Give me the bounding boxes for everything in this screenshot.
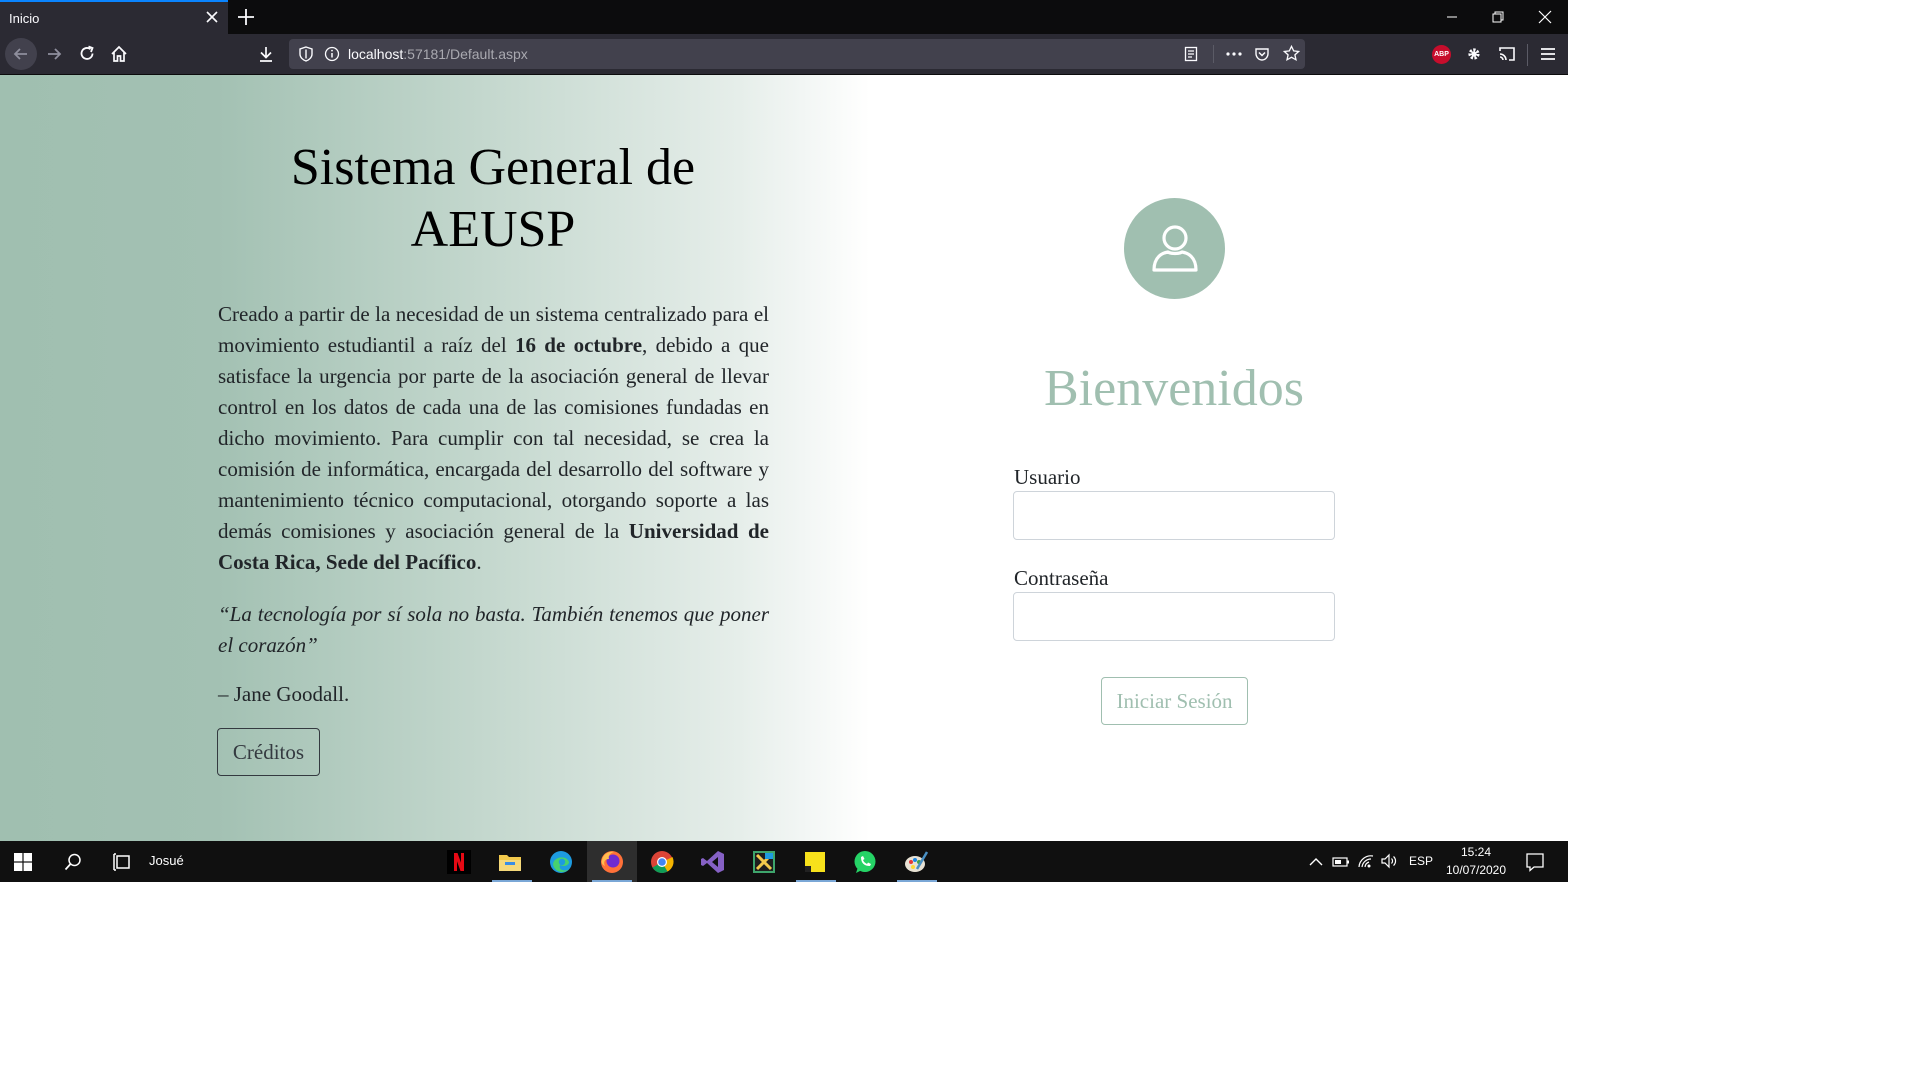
clock-date[interactable]: 10/07/2020 bbox=[1442, 863, 1510, 877]
browser-navbar: localhost:57181/Default.aspx ABP bbox=[0, 34, 1568, 75]
close-window-icon[interactable] bbox=[1536, 8, 1554, 26]
paint-icon[interactable] bbox=[903, 849, 929, 875]
taskbar-user[interactable]: Josué bbox=[149, 853, 184, 868]
clock-time[interactable]: 15:24 bbox=[1442, 845, 1510, 859]
credits-button[interactable]: Créditos bbox=[217, 728, 320, 776]
developer-tool-icon[interactable] bbox=[751, 849, 777, 875]
description-bold-date: 16 de octubre bbox=[514, 333, 643, 357]
new-tab-icon[interactable] bbox=[236, 7, 256, 27]
password-input[interactable] bbox=[1013, 592, 1335, 641]
reload-icon[interactable] bbox=[77, 44, 97, 64]
notification-center-icon[interactable] bbox=[1525, 852, 1545, 872]
browser-tab-active[interactable]: Inicio bbox=[0, 0, 228, 34]
language-indicator[interactable]: ESP bbox=[1407, 854, 1435, 868]
bookmark-star-icon[interactable] bbox=[1282, 44, 1301, 63]
whatsapp-icon[interactable] bbox=[852, 849, 878, 875]
sticky-running-indicator bbox=[796, 880, 836, 882]
restore-icon[interactable] bbox=[1489, 8, 1507, 26]
edge-icon[interactable] bbox=[548, 849, 574, 875]
chrome-icon[interactable] bbox=[649, 849, 675, 875]
arrow-left-icon bbox=[13, 48, 27, 60]
description-paragraph: Creado a partir de la necesidad de un si… bbox=[218, 299, 769, 578]
user-avatar bbox=[1124, 198, 1225, 299]
adblock-extension-icon[interactable]: ABP bbox=[1432, 45, 1451, 64]
cast-icon[interactable] bbox=[1497, 44, 1517, 64]
sticky-notes-icon[interactable] bbox=[802, 849, 828, 875]
netflix-icon[interactable] bbox=[446, 849, 472, 875]
home-icon[interactable] bbox=[109, 44, 129, 64]
volume-icon[interactable] bbox=[1380, 853, 1398, 869]
quote-text: “La tecnología por sí sola no basta. Tam… bbox=[218, 602, 769, 657]
toolbar-separator bbox=[1527, 44, 1528, 66]
info-icon[interactable] bbox=[323, 45, 341, 63]
page-title: Sistema General de AEUSP bbox=[290, 139, 696, 258]
paint-running-indicator bbox=[897, 880, 937, 882]
task-view-icon[interactable] bbox=[112, 852, 132, 872]
welcome-heading: Bienvenidos bbox=[1044, 360, 1304, 417]
firefox-icon[interactable] bbox=[599, 849, 625, 875]
reader-view-icon[interactable] bbox=[1182, 45, 1200, 63]
back-button[interactable] bbox=[5, 38, 37, 70]
username-label: Usuario bbox=[1014, 465, 1081, 489]
wifi-icon[interactable] bbox=[1357, 853, 1375, 869]
description-text-3: . bbox=[476, 550, 482, 574]
url-host: localhost bbox=[348, 46, 404, 62]
page-content: Sistema General de AEUSP Creado a partir… bbox=[0, 75, 1568, 841]
arrow-right-icon[interactable] bbox=[44, 44, 64, 64]
pocket-icon[interactable] bbox=[1253, 45, 1271, 63]
visual-studio-icon[interactable] bbox=[700, 849, 726, 875]
close-tab-icon[interactable] bbox=[204, 9, 220, 25]
description-text-2: , debido a que satisface la urgencia por… bbox=[218, 333, 770, 543]
url-bar[interactable]: localhost:57181/Default.aspx bbox=[289, 39, 1305, 69]
windows-start-icon[interactable] bbox=[13, 852, 33, 872]
file-explorer-icon[interactable] bbox=[497, 849, 523, 875]
login-button[interactable]: Iniciar Sesión bbox=[1101, 677, 1248, 725]
url-path: :57181/Default.aspx bbox=[403, 46, 528, 62]
firefox-running-indicator bbox=[592, 880, 632, 882]
info-panel: Sistema General de AEUSP Creado a partir… bbox=[0, 75, 870, 841]
explorer-running-indicator bbox=[492, 880, 532, 882]
browser-titlebar: Inicio bbox=[0, 0, 1568, 34]
tab-title: Inicio bbox=[9, 11, 40, 26]
chevron-up-icon[interactable] bbox=[1308, 855, 1324, 869]
hamburger-menu-icon[interactable] bbox=[1538, 44, 1558, 64]
username-input[interactable] bbox=[1013, 491, 1335, 540]
minimize-icon[interactable] bbox=[1443, 8, 1461, 26]
user-icon bbox=[1152, 225, 1198, 272]
windows-taskbar: Josué ESP 15:24 10/07/2020 bbox=[0, 841, 1568, 882]
gear-extension-icon[interactable] bbox=[1464, 44, 1484, 64]
url-text: localhost:57181/Default.aspx bbox=[348, 46, 528, 62]
shield-icon[interactable] bbox=[297, 45, 315, 63]
more-actions-icon[interactable] bbox=[1224, 45, 1244, 63]
password-label: Contraseña bbox=[1014, 566, 1109, 590]
search-icon[interactable] bbox=[63, 852, 83, 872]
urlbar-separator bbox=[1213, 45, 1214, 63]
download-icon[interactable] bbox=[256, 44, 276, 64]
battery-icon[interactable] bbox=[1332, 855, 1350, 869]
quote-author: – Jane Goodall. bbox=[218, 682, 350, 706]
